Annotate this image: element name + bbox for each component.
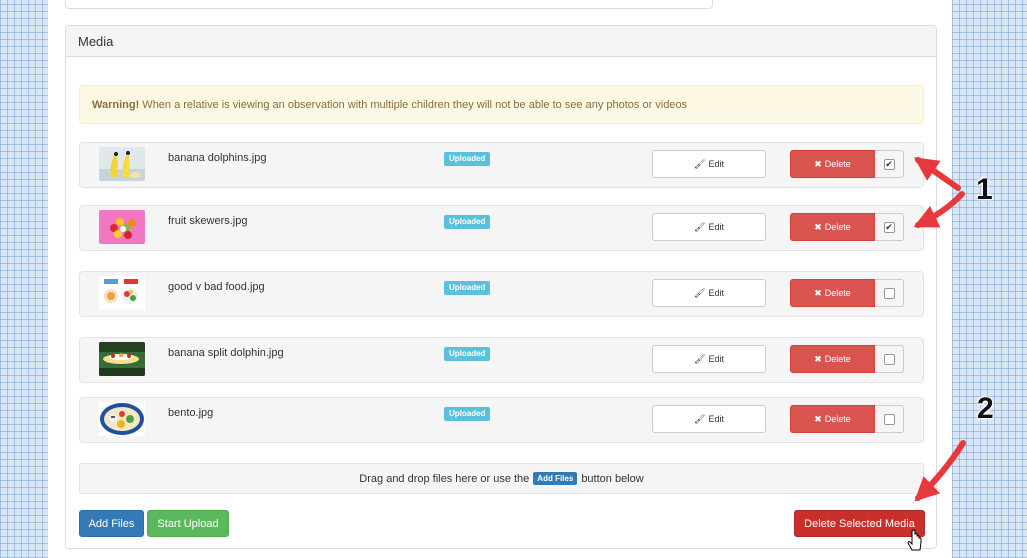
status-badge: Uploaded xyxy=(444,152,491,166)
media-row: banana split dolphin.jpg Uploaded 🖌 Edit … xyxy=(79,337,924,383)
drop-zone-text-after: button below xyxy=(581,472,644,485)
thumbnail-image xyxy=(99,402,145,436)
select-checkbox-wrap: ✔ xyxy=(875,150,904,178)
edit-label: Edit xyxy=(708,414,724,424)
warning-alert: Warning! When a relative is viewing an o… xyxy=(79,85,924,124)
edit-button[interactable]: 🖌 Edit xyxy=(652,279,766,307)
status-badge: Uploaded xyxy=(444,281,491,295)
close-icon: ✖ xyxy=(814,353,822,364)
media-row: good v bad food.jpg Uploaded 🖌 Edit ✖ Dele… xyxy=(79,271,924,317)
file-name: fruit skewers.jpg xyxy=(168,215,248,227)
delete-label: Delete xyxy=(824,354,851,364)
delete-button[interactable]: ✖ Delete xyxy=(790,150,875,178)
media-panel: Media Warning! When a relative is viewin… xyxy=(65,25,937,549)
status-badge: Uploaded xyxy=(444,347,491,361)
warning-text: When a relative is viewing an observatio… xyxy=(139,99,688,111)
start-upload-button[interactable]: Start Upload xyxy=(147,510,229,537)
thumbnail-image xyxy=(99,276,145,310)
brush-icon: 🖌 xyxy=(694,287,706,298)
delete-button[interactable]: ✖ Delete xyxy=(790,279,875,307)
thumbnail-image xyxy=(99,147,145,181)
delete-label: Delete xyxy=(824,222,851,232)
brush-icon: 🖌 xyxy=(694,413,706,424)
edit-button[interactable]: 🖌 Edit xyxy=(652,345,766,373)
media-row: banana dolphins.jpg Uploaded 🖌 Edit ✖ Dele… xyxy=(79,142,924,188)
edit-button[interactable]: 🖌 Edit xyxy=(652,213,766,241)
select-checkbox-wrap xyxy=(875,279,904,307)
edit-button[interactable]: 🖌 Edit xyxy=(652,405,766,433)
drop-zone[interactable]: Drag and drop files here or use the Add … xyxy=(79,463,924,494)
brush-icon: 🖌 xyxy=(694,221,706,232)
delete-label: Delete xyxy=(824,288,851,298)
select-checkbox[interactable] xyxy=(883,287,895,299)
file-name: bento.jpg xyxy=(168,407,214,419)
warning-strong: Warning! xyxy=(92,99,140,111)
drop-zone-text-before: Drag and drop files here or use the xyxy=(359,472,530,485)
edit-label: Edit xyxy=(708,288,724,298)
select-checkbox-wrap xyxy=(875,345,904,373)
thumbnail-image xyxy=(99,342,145,376)
add-files-button[interactable]: Add Files xyxy=(79,510,144,537)
file-name: banana split dolphin.jpg xyxy=(168,347,284,359)
annotation-number-two: 2 xyxy=(977,392,994,425)
select-checkbox-wrap xyxy=(875,405,904,433)
thumbnail-image xyxy=(99,210,145,244)
delete-button[interactable]: ✖ Delete xyxy=(790,405,875,433)
close-icon: ✖ xyxy=(814,413,822,424)
panel-title: Media xyxy=(66,26,936,57)
status-badge: Uploaded xyxy=(444,215,491,229)
close-icon: ✖ xyxy=(814,287,822,298)
select-checkbox[interactable]: ✔ xyxy=(883,158,895,170)
delete-label: Delete xyxy=(824,414,851,424)
media-row: fruit skewers.jpg Uploaded 🖌 Edit ✖ Delete… xyxy=(79,205,924,251)
select-checkbox-wrap: ✔ xyxy=(875,213,904,241)
status-badge: Uploaded xyxy=(444,407,491,421)
annotation-number-one: 1 xyxy=(976,173,993,206)
close-icon: ✖ xyxy=(814,221,822,232)
media-row: bento.jpg Uploaded 🖌 Edit ✖ Delete xyxy=(79,397,924,443)
edit-label: Edit xyxy=(708,354,724,364)
edit-label: Edit xyxy=(708,222,724,232)
select-checkbox[interactable] xyxy=(883,413,895,425)
close-icon: ✖ xyxy=(814,158,822,169)
edit-label: Edit xyxy=(708,159,724,169)
drop-zone-add-badge: Add Files xyxy=(533,472,578,485)
edit-button[interactable]: 🖌 Edit xyxy=(652,150,766,178)
previous-panel xyxy=(65,0,713,9)
delete-label: Delete xyxy=(824,159,851,169)
select-checkbox[interactable] xyxy=(883,353,895,365)
select-checkbox[interactable]: ✔ xyxy=(883,221,895,233)
brush-icon: 🖌 xyxy=(694,353,706,364)
delete-button[interactable]: ✖ Delete xyxy=(790,345,875,373)
file-name: good v bad food.jpg xyxy=(168,281,265,293)
delete-selected-media-button[interactable]: Delete Selected Media xyxy=(794,510,925,537)
file-name: banana dolphins.jpg xyxy=(168,152,267,164)
brush-icon: 🖌 xyxy=(694,158,706,169)
delete-button[interactable]: ✖ Delete xyxy=(790,213,875,241)
